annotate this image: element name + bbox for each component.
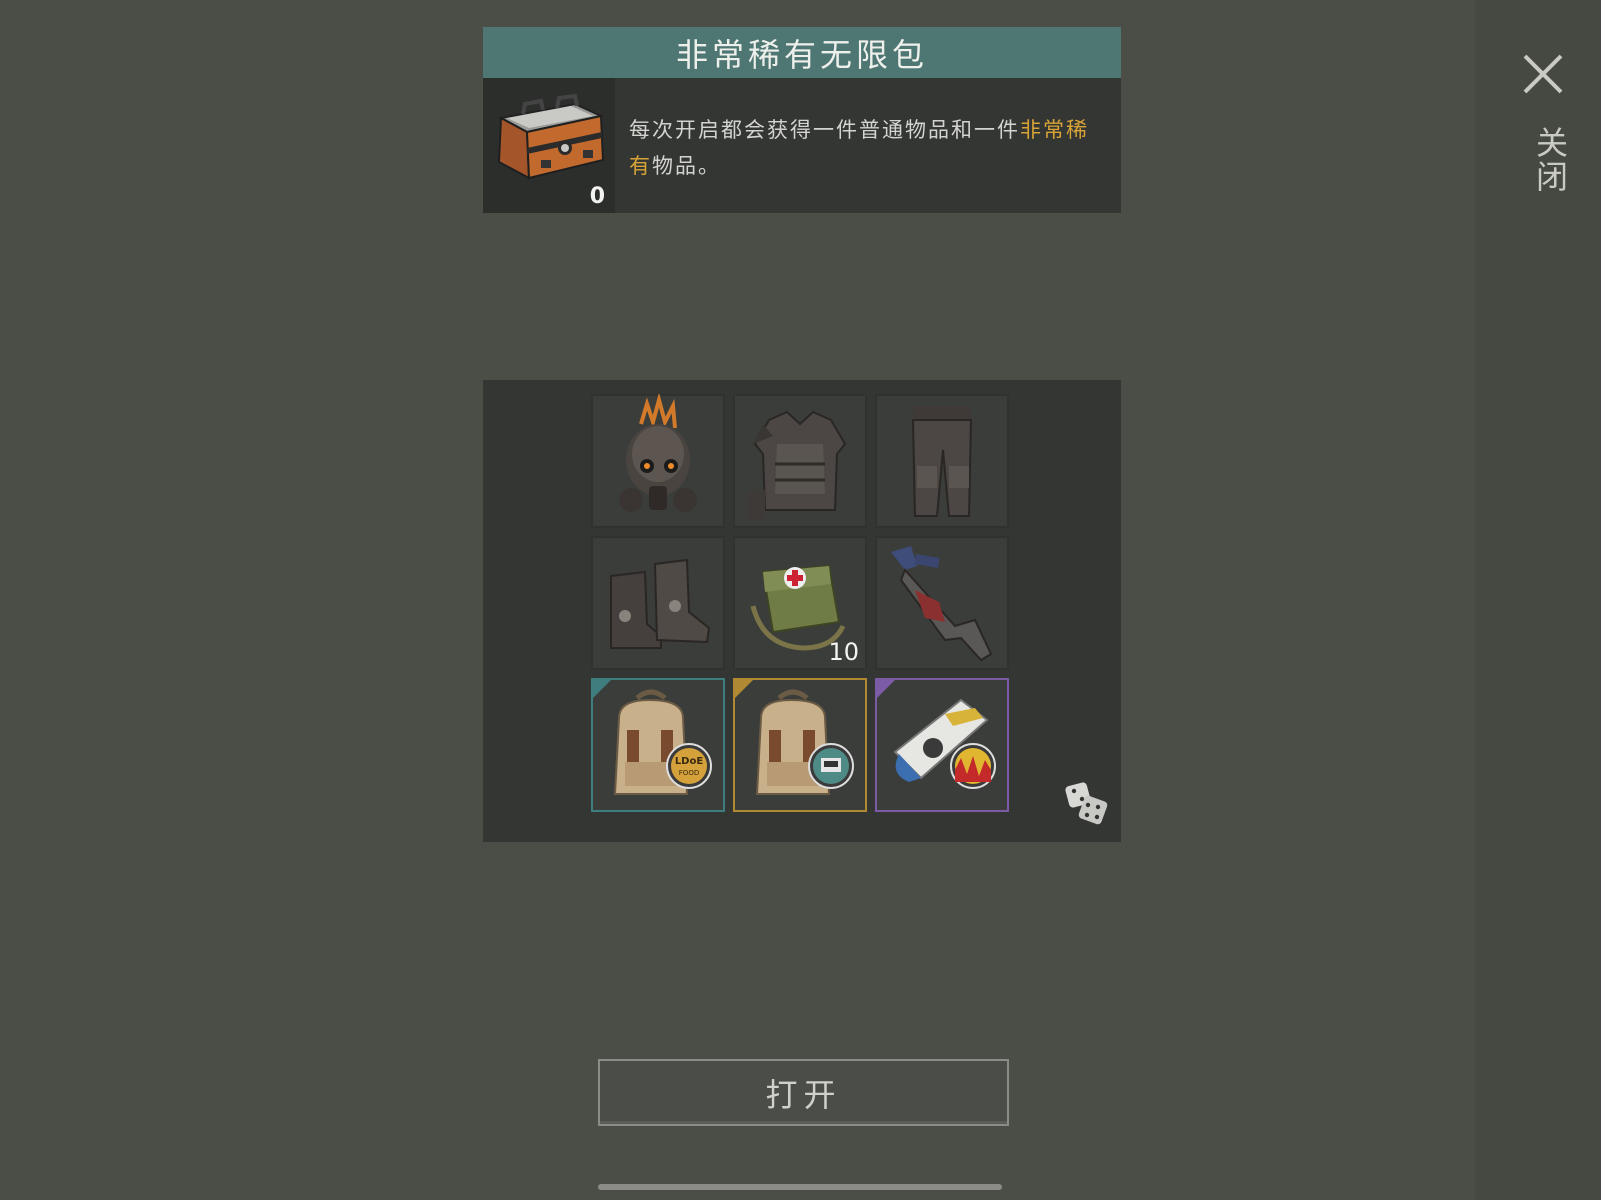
weapon-icon (891, 546, 993, 662)
item-slot[interactable] (591, 394, 725, 528)
item-slot[interactable] (733, 678, 867, 812)
item-slot[interactable] (875, 678, 1009, 812)
magazine-icon (893, 698, 996, 789)
boots-icon (610, 558, 711, 649)
helmet-icon (619, 394, 697, 512)
description-text-end: 物品。 (652, 154, 721, 178)
item-slot[interactable]: LDoE FOOD (591, 678, 725, 812)
dice-icon[interactable] (1063, 780, 1109, 826)
pack-description: 每次开启都会获得一件普通物品和一件非常稀有物品。 (629, 112, 1109, 184)
item-slot[interactable] (591, 536, 725, 670)
items-panel: 10 LDoE FOOD (483, 380, 1121, 842)
close-button[interactable]: 关闭 (1505, 40, 1585, 210)
item-slot[interactable]: 10 (733, 536, 867, 670)
home-indicator (598, 1184, 1002, 1190)
item-slot[interactable] (875, 536, 1009, 670)
close-label[interactable]: 关闭 (1527, 126, 1573, 194)
item-slot[interactable] (733, 394, 867, 528)
pack-info-panel: 非常稀有无限包 0 每次开启都会获得一件普通物品和一件非常稀有物品。 (483, 27, 1121, 213)
item-slot[interactable] (875, 394, 1009, 528)
badge-subtext: FOOD (679, 769, 699, 777)
open-button[interactable]: 打开 (598, 1059, 1009, 1126)
armor-vest-icon (747, 410, 847, 520)
item-quantity: 10 (828, 638, 859, 666)
description-text: 每次开启都会获得一件普通物品和一件 (629, 118, 1020, 142)
close-icon[interactable] (1519, 50, 1567, 98)
item-grid: 10 LDoE FOOD (591, 394, 1009, 812)
pack-count: 0 (589, 184, 605, 209)
pack-icon-slot: 0 (483, 78, 615, 213)
backpack-food-icon: LDoE FOOD (613, 689, 712, 795)
pack-title: 非常稀有无限包 (483, 27, 1121, 78)
pants-icon (911, 406, 973, 517)
backpack-tech-icon (755, 689, 854, 795)
badge-text: LDoE (675, 756, 704, 767)
